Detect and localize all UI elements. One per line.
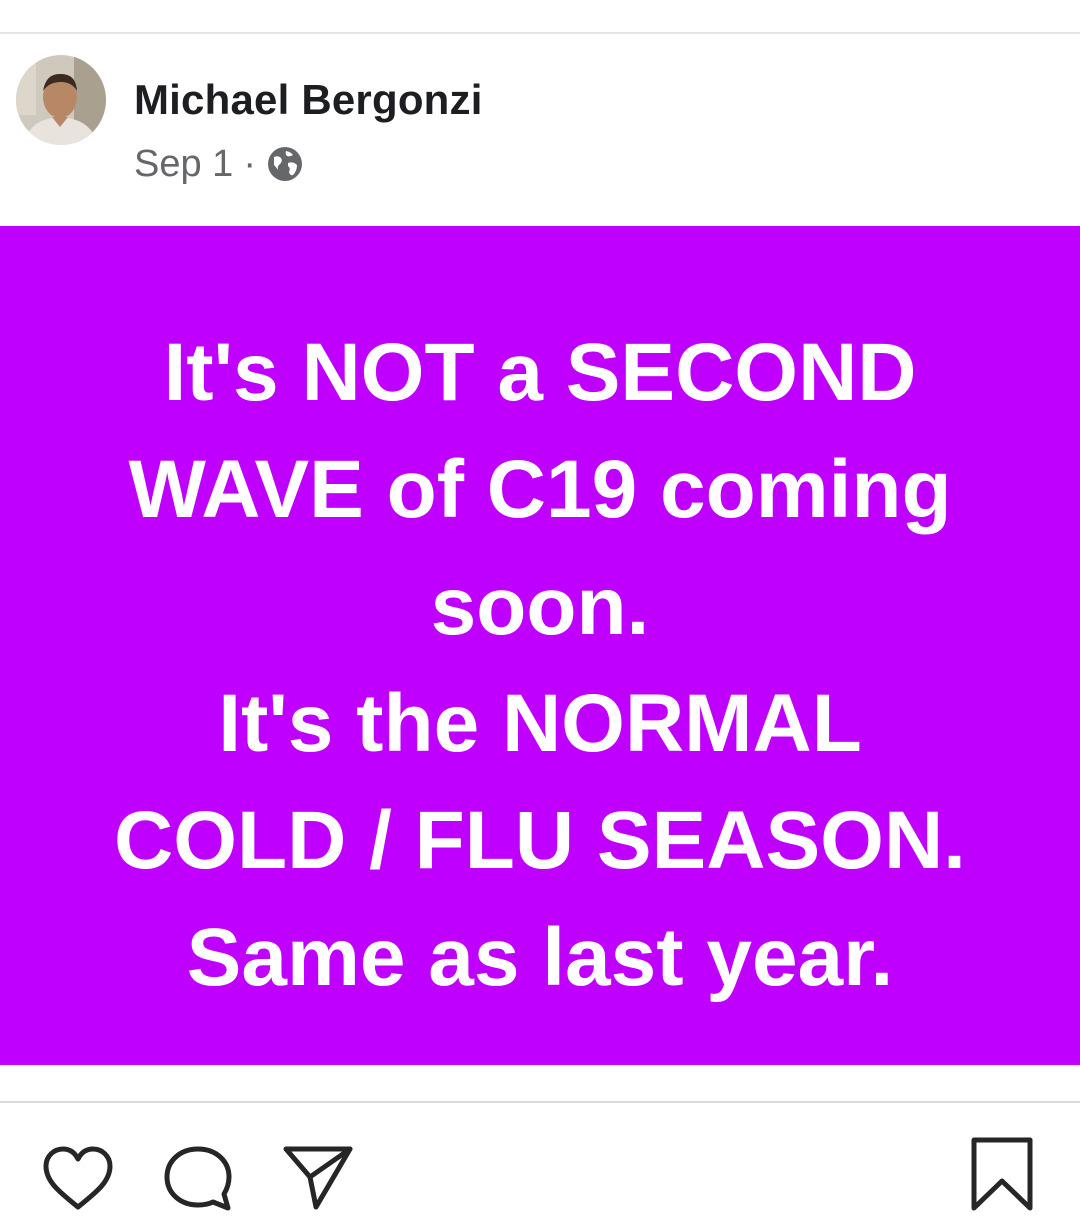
action-bar — [0, 1103, 1080, 1229]
post-date[interactable]: Sep 1 — [134, 143, 233, 186]
post-image-text: It's NOT a SECOND WAVE of C19 coming soo… — [0, 314, 1080, 1016]
post-text-line: WAVE of C19 coming — [128, 444, 952, 535]
bookmark-icon[interactable] — [968, 1135, 1036, 1213]
globe-icon — [266, 145, 304, 183]
heart-icon[interactable] — [40, 1143, 116, 1213]
post-text-line: It's NOT a SECOND — [163, 327, 917, 418]
post-text-line: Same as last year. — [186, 912, 894, 1003]
post-text-line: It's the NORMAL — [218, 678, 862, 769]
share-icon[interactable] — [280, 1141, 356, 1213]
post-image[interactable]: It's NOT a SECOND WAVE of C19 coming soo… — [0, 226, 1080, 1065]
post-header: Michael Bergonzi Sep 1 · — [0, 34, 1080, 226]
post-meta: Sep 1 · — [134, 142, 304, 186]
meta-separator: · — [243, 142, 256, 185]
avatar[interactable] — [16, 55, 106, 145]
post-text-line: COLD / FLU SEASON. — [114, 795, 966, 886]
author-name[interactable]: Michael Bergonzi — [134, 76, 483, 124]
post-text-line: soon. — [430, 561, 650, 652]
comment-icon[interactable] — [160, 1143, 236, 1213]
